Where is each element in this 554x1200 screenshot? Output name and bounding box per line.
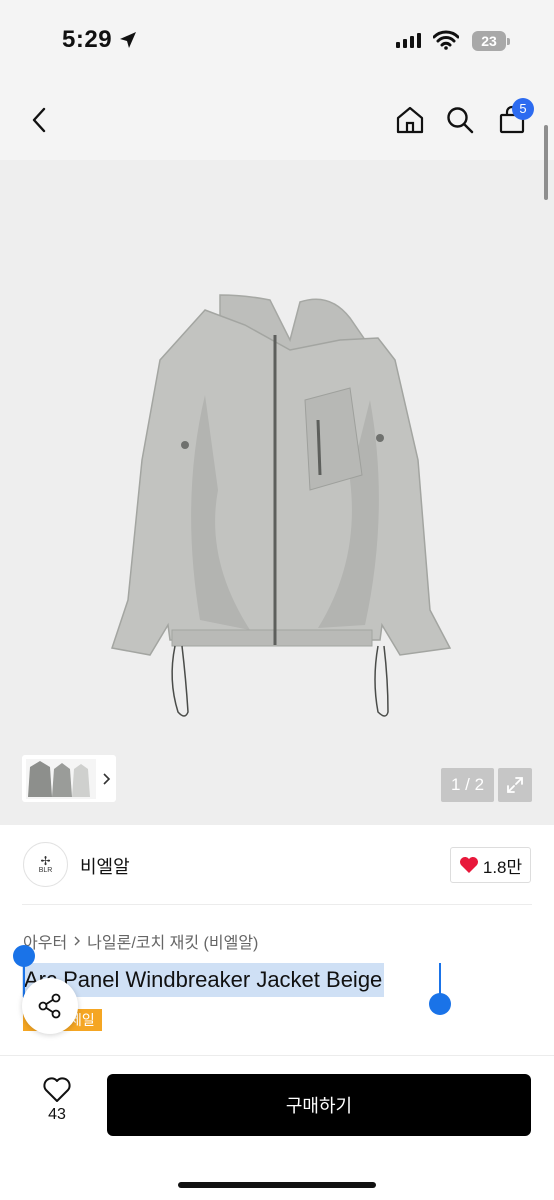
divider — [22, 904, 532, 905]
scroll-indicator[interactable] — [544, 125, 548, 200]
title-selection-highlight: Arc Panel Windbreaker Jacket Beige — [22, 963, 385, 997]
chevron-left-icon — [32, 107, 46, 133]
breadcrumb-subcategory[interactable]: 나일론/코치 재킷 (비엘알) — [87, 929, 258, 953]
share-button[interactable] — [22, 978, 78, 1034]
product-title: Arc Panel Windbreaker Jacket Beige — [24, 967, 383, 992]
home-button[interactable] — [390, 100, 430, 140]
brand-name[interactable]: 비엘알 — [80, 853, 130, 879]
selection-start-handle[interactable] — [13, 945, 35, 967]
bottom-action-bar: 43 구매하기 — [0, 1055, 554, 1200]
selection-end-handle[interactable] — [429, 993, 451, 1015]
home-indicator[interactable] — [178, 1182, 376, 1188]
heart-icon — [459, 857, 478, 873]
brand-star-icon: ✢ — [40, 853, 51, 868]
jacket-photo — [111, 294, 452, 717]
brand-logo-text: BLR — [38, 866, 53, 874]
location-arrow-icon — [120, 32, 136, 48]
breadcrumb: 아우터 나일론/코치 재킷 (비엘알) — [23, 929, 258, 953]
brand-logo[interactable]: ✢ BLR — [23, 842, 68, 887]
cellular-signal-icon — [396, 33, 421, 48]
search-button[interactable] — [440, 100, 480, 140]
cart-count-badge: 5 — [512, 98, 534, 120]
brand-row: ✢ BLR 비엘알 1.8만 — [0, 826, 554, 904]
home-icon — [396, 106, 424, 134]
wishlist-button[interactable]: 43 — [30, 1076, 84, 1136]
search-icon — [447, 107, 474, 134]
cart-button[interactable]: 5 — [492, 98, 534, 140]
share-icon — [38, 993, 61, 1019]
nav-bar: 5 — [0, 80, 554, 160]
thumbnail-strip[interactable] — [22, 755, 116, 802]
status-bar: 5:29 23 — [0, 0, 554, 80]
wifi-icon — [433, 30, 459, 50]
expand-image-button[interactable] — [498, 768, 532, 802]
chevron-right-icon — [103, 772, 111, 785]
chevron-right-icon — [74, 936, 81, 946]
heart-outline-icon — [43, 1077, 71, 1102]
wishlist-count: 43 — [48, 1106, 66, 1123]
brand-like-count: 1.8만 — [482, 857, 523, 877]
battery-indicator: 23 — [472, 31, 506, 51]
brand-like-button[interactable]: 1.8만 — [450, 847, 531, 883]
expand-icon — [507, 777, 523, 793]
battery-cap — [507, 38, 510, 45]
image-page-counter: 1 / 2 — [441, 768, 494, 802]
product-image[interactable] — [0, 160, 554, 825]
status-time: 5:29 — [62, 26, 113, 53]
back-button[interactable] — [20, 100, 60, 140]
buy-button[interactable]: 구매하기 — [107, 1074, 531, 1136]
thumbnail-image — [26, 758, 96, 799]
